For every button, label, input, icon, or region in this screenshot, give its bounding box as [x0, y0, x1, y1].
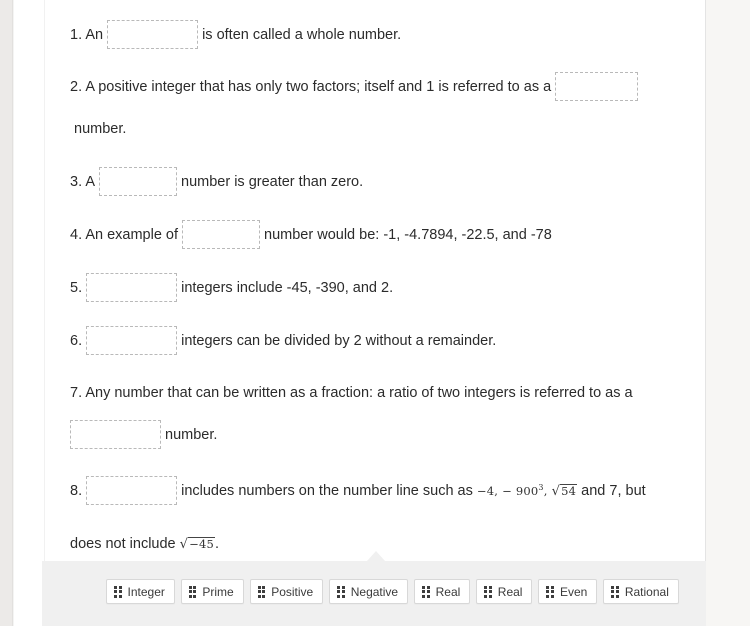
- question-item-8: 8. includes numbers on the number line su…: [70, 467, 710, 556]
- answer-chip-rational[interactable]: Rational: [603, 579, 679, 604]
- radical-sign-icon: √: [551, 483, 561, 499]
- question-text-2-before: A positive integer that has only two fac…: [85, 79, 552, 95]
- worksheet-card: 1. An is often called a whole number. 2. …: [14, 0, 706, 626]
- answer-blank-2[interactable]: [555, 71, 639, 101]
- answer-chip-label: Positive: [271, 584, 314, 599]
- right-gutter: [706, 0, 750, 626]
- answer-blank-6[interactable]: [86, 325, 178, 355]
- answer-bank-tray: Integer Prime Positive Negative Real Rea: [42, 561, 706, 626]
- math-sqrt54-radicand: 54: [560, 483, 578, 498]
- answer-chip-real-1[interactable]: Real: [414, 579, 471, 604]
- math-neg900-base: − 900: [502, 483, 539, 498]
- drag-handle-icon[interactable]: [114, 585, 122, 598]
- radical-sign-icon-2: √: [179, 536, 189, 552]
- question-item-7: 7. Any number that can be written as a f…: [70, 372, 710, 456]
- question-text-3-after: number is greater than zero.: [181, 174, 364, 190]
- question-text-3-before: A: [85, 174, 95, 190]
- question-number-2: 2.: [70, 79, 83, 95]
- question-number-4: 4.: [70, 227, 83, 243]
- answer-chip-even[interactable]: Even: [538, 579, 598, 604]
- question-item-6: 6. integers can be divided by 2 without a…: [70, 320, 496, 362]
- question-item-5: 5. integers include -45, -390, and 2.: [70, 267, 393, 309]
- question-number-8: 8.: [70, 482, 83, 499]
- answer-chip-label: Real: [435, 584, 461, 599]
- drag-handle-icon[interactable]: [188, 585, 197, 598]
- drag-handle-icon[interactable]: [546, 585, 554, 598]
- answer-bank-chips: Integer Prime Positive Negative Real Rea: [106, 579, 679, 604]
- questions-list: 1. An is often called a whole number. 2. …: [70, 0, 710, 556]
- question-text-7-after: number.: [165, 427, 218, 443]
- math-expression-neg4: −4,: [476, 483, 499, 498]
- math-expression-neg900-cubed: − 9003,: [502, 483, 548, 498]
- drag-handle-icon[interactable]: [337, 585, 345, 598]
- question-number-5: 5.: [70, 280, 83, 296]
- question-text-8-after-2: and 7, but: [581, 482, 646, 499]
- worksheet-app: 1. An is often called a whole number. 2. …: [0, 0, 750, 626]
- question-text-5-after: integers include -45, -390, and 2.: [181, 280, 394, 296]
- drag-handle-icon[interactable]: [484, 585, 492, 598]
- question-text-4-before: An example of: [85, 227, 179, 243]
- question-item-1: 1. An is often called a whole number.: [70, 14, 401, 56]
- answer-blank-3[interactable]: [99, 166, 177, 196]
- answer-chip-integer[interactable]: Integer: [106, 579, 175, 604]
- question-number-7: 7.: [70, 385, 83, 401]
- question-item-3: 3. Anumber is greater than zero.: [70, 161, 363, 203]
- drag-handle-icon[interactable]: [611, 585, 619, 598]
- question-item-2: 2. A positive integer that has only two …: [70, 66, 710, 150]
- question-text-1-after: is often called a whole number.: [202, 27, 402, 43]
- question-number-3: 3.: [70, 174, 83, 190]
- answer-blank-1[interactable]: [107, 19, 199, 49]
- answer-chip-label: Negative: [350, 584, 399, 599]
- question-text-4-after: number would be: -1, -4.7894, -22.5, and…: [264, 227, 552, 243]
- answer-chip-label: Even: [559, 584, 588, 599]
- question-number-6: 6.: [70, 333, 83, 349]
- answer-chip-positive[interactable]: Positive: [249, 579, 324, 604]
- left-gutter: [0, 0, 13, 626]
- tray-pointer-caret-icon: [367, 551, 385, 561]
- question-text-1-before: An: [85, 27, 104, 43]
- math-sqrt-neg45-radicand: −45: [188, 536, 215, 551]
- answer-chip-real-2[interactable]: Real: [476, 579, 533, 604]
- drag-handle-icon[interactable]: [257, 585, 266, 598]
- math-neg900-tail: ,: [543, 483, 548, 498]
- answer-blank-7[interactable]: [70, 419, 161, 449]
- answer-chip-negative[interactable]: Negative: [329, 579, 409, 604]
- drag-handle-icon[interactable]: [422, 585, 430, 598]
- answer-chip-prime[interactable]: Prime: [180, 579, 244, 604]
- answer-chip-label: Real: [497, 584, 523, 599]
- answer-blank-4[interactable]: [182, 219, 261, 249]
- question-text-6-after: integers can be divided by 2 without a r…: [181, 333, 497, 349]
- question-number-1: 1.: [70, 27, 83, 43]
- question-text-7-before: Any number that can be written as a frac…: [85, 385, 633, 401]
- question-text-8-after-3: does not include: [70, 535, 176, 552]
- card-inner-rule: [44, 0, 45, 626]
- question-text-2-after: number.: [74, 121, 127, 137]
- question-item-4: 4. An example of number would be: -1, -4.…: [70, 214, 552, 256]
- answer-blank-5[interactable]: [86, 272, 178, 302]
- math-expression-sqrt54: √54: [552, 470, 578, 513]
- question-text-8-after-4: .: [215, 535, 220, 552]
- answer-blank-8[interactable]: [86, 475, 178, 505]
- answer-chip-label: Integer: [127, 584, 165, 599]
- question-text-8-after-1: includes numbers on the number line such…: [181, 482, 473, 499]
- answer-chip-label: Rational: [624, 584, 669, 599]
- answer-chip-label: Prime: [202, 584, 234, 599]
- math-expression-sqrt-neg45: √−45: [180, 523, 215, 556]
